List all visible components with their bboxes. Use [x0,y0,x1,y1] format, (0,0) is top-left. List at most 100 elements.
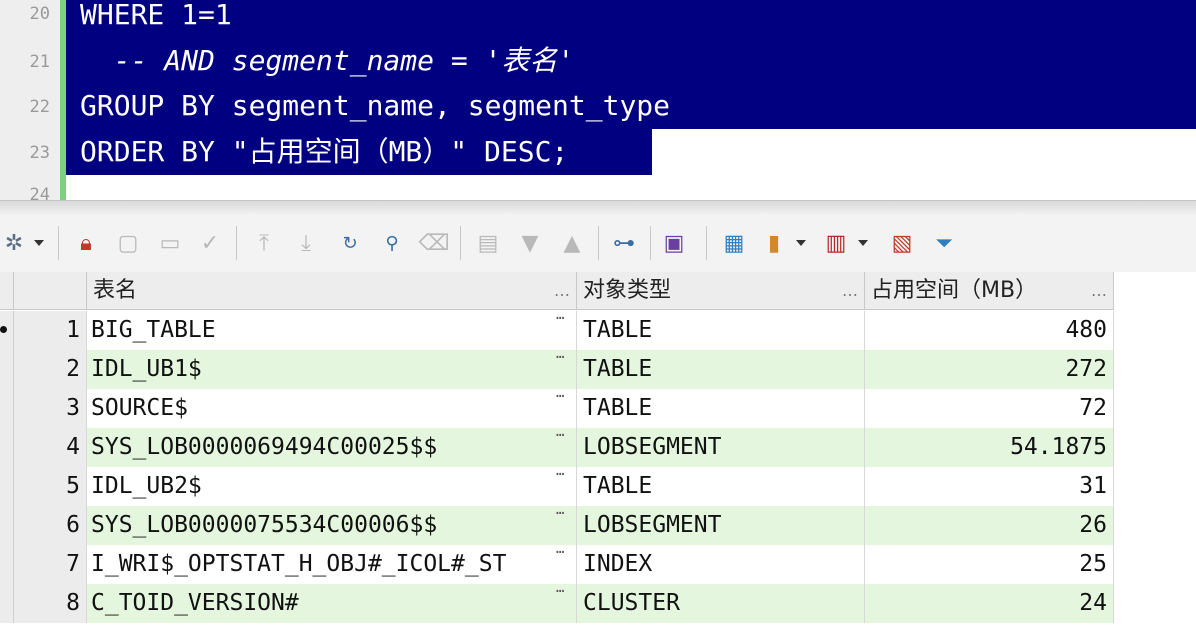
row-indicator [0,428,14,467]
column-menu-icon[interactable]: … [554,272,570,310]
chevron-down-icon[interactable] [796,240,806,246]
table-row[interactable]: 1 BIG_TABLE TABLE 480 … [0,307,1114,350]
cell-size-mb[interactable]: 24 [865,584,1114,623]
cell-object-type[interactable]: INDEX [577,545,865,584]
delete-row-icon[interactable]: ▭ [156,228,184,258]
cell-object-type[interactable]: TABLE [577,467,865,506]
clear-icon[interactable]: ⌫ [418,228,449,258]
table-row[interactable]: 2 IDL_UB1$ TABLE 272 … [0,346,1114,389]
toolbar-separator [650,226,651,260]
sql-editor[interactable]: 20 WHERE 1=1 21 -- AND segment_name = '表… [0,0,1196,200]
cell-table-name[interactable]: I_WRI$_OPTSTAT_H_OBJ#_ICOL#_ST [87,545,577,584]
save-icon[interactable]: ▣ [660,228,688,258]
query-plan-icon[interactable]: ⊶ [610,228,638,258]
row-number: 8 [14,584,87,623]
column-menu-icon[interactable]: … [842,272,858,310]
column-header-type[interactable]: 对象类型 … [577,272,865,310]
first-record-icon[interactable]: ⤒ [250,228,278,258]
cell-size-mb[interactable]: 480 [865,311,1114,350]
cell-table-name[interactable]: IDL_UB1$ [87,350,577,389]
compare-icon[interactable]: ▧ [888,228,916,258]
table-row[interactable]: 3 SOURCE$ TABLE 72 … [0,385,1114,428]
column-header-label: 占用空间（MB） [871,278,1038,303]
next-icon[interactable]: ▼ [516,228,544,258]
export-icon[interactable]: ▤ [474,228,502,258]
comment-text: -- AND segment_name = '表名' [80,44,575,77]
last-record-icon[interactable]: ⤓ [292,228,320,258]
result-grid[interactable]: 表名 … 对象类型 … 占用空间（MB） … 1 BIG_TABLE TABLE… [0,272,1196,628]
editor-line[interactable]: 21 -- AND segment_name = '表名' [0,38,1196,84]
editor-line[interactable]: 24 [0,175,1196,200]
corner-header [0,272,14,310]
cell-ellipsis-icon[interactable]: … [556,346,564,362]
grid-toolbar: ✲ 🔒︎ ▢ ▭ ✓ ⤒ ⤓ ↻ ⚲ ⌫ ▤ ▼ ▲ ⊶ ▣ ▦ ▮ ▥ ▧ ⏷ [0,214,1196,273]
cell-ellipsis-icon[interactable]: … [556,385,564,401]
settings-icon[interactable]: ✲ [0,228,28,258]
cell-size-mb[interactable]: 54.1875 [865,428,1114,467]
line-number: 23 [29,143,50,163]
cell-ellipsis-icon[interactable]: … [556,580,564,596]
cell-size-mb[interactable]: 72 [865,389,1114,428]
cell-size-mb[interactable]: 25 [865,545,1114,584]
pane-splitter[interactable] [0,200,1196,215]
row-number: 7 [14,545,87,584]
column-header-label: 对象类型 [583,278,672,303]
column-menu-icon[interactable]: … [1091,272,1107,310]
row-number: 6 [14,506,87,545]
cell-ellipsis-icon[interactable]: … [556,502,564,518]
cell-table-name[interactable]: BIG_TABLE [87,311,577,350]
table-row[interactable]: 5 IDL_UB2$ TABLE 31 … [0,463,1114,506]
cell-table-name[interactable]: C_TOID_VERSION# [87,584,577,623]
filter-icon[interactable]: ⏷ [930,228,958,258]
cell-ellipsis-icon[interactable]: … [556,307,564,323]
toolbar-separator [460,226,461,260]
editor-line[interactable]: 23 ORDER BY "占用空间（MB）" DESC; [0,129,1196,175]
row-indicator [0,545,14,584]
cell-table-name[interactable]: IDL_UB2$ [87,467,577,506]
cell-size-mb[interactable]: 26 [865,506,1114,545]
post-changes-icon[interactable]: ✓ [196,228,224,258]
current-row-marker-icon [0,326,7,333]
find-icon[interactable]: ⚲ [378,228,406,258]
code-text[interactable]: GROUP BY segment_name, segment_type [66,83,1196,129]
column-header-size[interactable]: 占用空间（MB） … [865,272,1114,310]
code-text[interactable]: ORDER BY "占用空间（MB）" DESC; [66,129,652,175]
chart-icon[interactable]: ▮ [760,228,788,258]
chevron-down-icon[interactable] [858,240,868,246]
cell-ellipsis-icon[interactable]: … [556,424,564,440]
cell-table-name[interactable]: SYS_LOB0000075534C00006$$ [87,506,577,545]
cell-object-type[interactable]: TABLE [577,389,865,428]
cell-object-type[interactable]: LOBSEGMENT [577,506,865,545]
cell-object-type[interactable]: TABLE [577,350,865,389]
lock-icon[interactable]: 🔒︎ [72,228,100,258]
editor-line[interactable]: 20 WHERE 1=1 [0,0,1196,38]
cell-ellipsis-icon[interactable]: … [556,541,564,557]
cell-ellipsis-icon[interactable]: … [556,463,564,479]
previous-icon[interactable]: ▲ [558,228,586,258]
row-number-header [14,272,87,310]
cell-size-mb[interactable]: 272 [865,350,1114,389]
column-header-name[interactable]: 表名 … [87,272,577,310]
toolbar-separator [58,226,59,260]
table-row[interactable]: 8 C_TOID_VERSION# CLUSTER 24 … [0,580,1114,623]
refresh-icon[interactable]: ↻ [336,228,364,258]
table-row[interactable]: 7 I_WRI$_OPTSTAT_H_OBJ#_ICOL#_ST INDEX 2… [0,541,1114,584]
single-record-icon[interactable]: ▦ [720,228,748,258]
book-icon[interactable]: ▥ [822,228,850,258]
chevron-down-icon[interactable] [34,240,44,246]
table-row[interactable]: 6 SYS_LOB0000075534C00006$$ LOBSEGMENT 2… [0,502,1114,545]
code-text[interactable]: WHERE 1=1 [66,0,1196,38]
cell-size-mb[interactable]: 31 [865,467,1114,506]
cell-table-name[interactable]: SOURCE$ [87,389,577,428]
row-number: 5 [14,467,87,506]
insert-row-icon[interactable]: ▢ [114,228,142,258]
line-number: 20 [29,4,50,24]
cell-table-name[interactable]: SYS_LOB0000069494C00025$$ [87,428,577,467]
line-number: 24 [29,185,50,200]
cell-object-type[interactable]: CLUSTER [577,584,865,623]
editor-line[interactable]: 22 GROUP BY segment_name, segment_type [0,83,1196,129]
cell-object-type[interactable]: TABLE [577,311,865,350]
code-comment[interactable]: -- AND segment_name = '表名' [66,38,1196,84]
table-row[interactable]: 4 SYS_LOB0000069494C00025$$ LOBSEGMENT 5… [0,424,1114,467]
cell-object-type[interactable]: LOBSEGMENT [577,428,865,467]
